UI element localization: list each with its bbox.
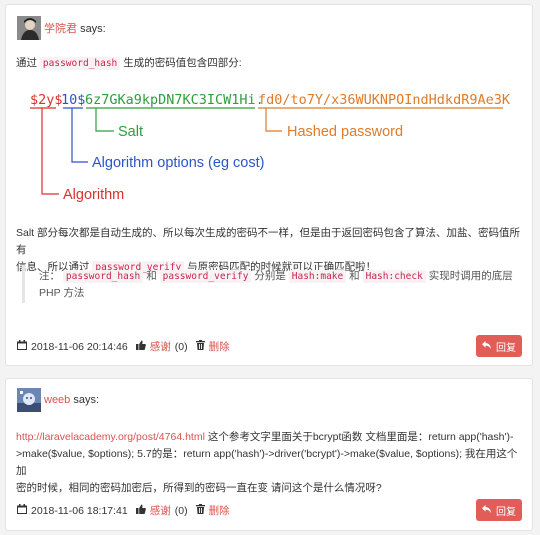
body-line-1-text: 这个参考文字里面关于bcrypt函数 文档里面是：return app('has… <box>207 431 514 443</box>
timestamp-text: 2018-11-06 20:14:46 <box>31 340 128 353</box>
label-hashed: Hashed password <box>287 124 403 140</box>
leader-hashed <box>265 108 282 132</box>
comment-card-1: 学院君 says: 通过 password_hash 生成的密码值包含四部分: … <box>5 4 533 366</box>
thanks-button[interactable]: 感谢 (0) <box>135 339 188 354</box>
calendar-icon <box>17 340 27 353</box>
note-text: 分别是 <box>254 270 286 282</box>
timestamp: 2018-11-06 18:17:41 <box>17 504 128 517</box>
calendar-icon <box>17 504 27 517</box>
body-line-1: http://laravelacademy.org/post/4764.html… <box>16 429 526 446</box>
thanks-button[interactable]: 感谢 (0) <box>135 503 188 518</box>
label-salt: Salt <box>118 124 143 140</box>
body-line-3: 密的时候，相同的密码加密后，所得到的密码一直在变 请问这个是什么情况呀? <box>16 482 382 494</box>
comment-body: http://laravelacademy.org/post/4764.html… <box>16 429 526 497</box>
reply-button[interactable]: 回复 <box>476 335 522 357</box>
hash-diagram: $2y$ 10$ 6z7GKa9kpDN7KC3ICW1Hi. fd0/to7Y… <box>30 92 511 203</box>
thumbs-up-icon <box>135 340 146 353</box>
inline-code: Hash:check <box>362 270 426 283</box>
comment-footer: 2018-11-06 18:17:41 感谢 (0) 删除 <box>17 503 238 518</box>
reply-label: 回复 <box>496 342 516 354</box>
leader-algorithm <box>41 108 59 195</box>
reply-button[interactable]: 回复 <box>476 499 522 521</box>
label-options: Algorithm options (eg cost) <box>92 155 264 171</box>
author-line: weeb says: <box>44 394 99 406</box>
body-line-2: >make($value, $options); 5.7的是：return ap… <box>16 448 518 477</box>
note-line-2: PHP 方法 <box>39 287 85 299</box>
author-name[interactable]: weeb <box>44 394 70 406</box>
hash-part-hashed: fd0/to7Y/x36WUKNPOIndHdkdR9Ae3K <box>258 92 511 108</box>
delete-button[interactable]: 删除 <box>195 503 230 518</box>
note-text: 和 <box>349 270 360 282</box>
inline-code: Hash:make <box>288 270 347 283</box>
note-text: 和 <box>146 270 157 282</box>
says-label: says: <box>73 394 100 406</box>
inline-code: password_hash <box>62 270 144 283</box>
hash-part-algorithm: $2y$ <box>30 92 63 108</box>
reply-icon <box>482 340 491 352</box>
delete-button[interactable]: 删除 <box>195 339 230 354</box>
delete-label[interactable]: 删除 <box>209 503 230 518</box>
article-link[interactable]: http://laravelacademy.org/post/4764.html <box>16 431 205 443</box>
thanks-count: (0) <box>174 340 188 353</box>
thanks-label[interactable]: 感谢 <box>150 503 171 518</box>
leader-options <box>71 108 88 163</box>
thanks-label[interactable]: 感谢 <box>150 339 171 354</box>
reply-icon <box>482 504 491 516</box>
trash-icon <box>195 504 205 517</box>
trash-icon <box>195 340 205 353</box>
comment-card-2: weeb says: http://laravelacademy.org/pos… <box>5 378 533 531</box>
timestamp: 2018-11-06 20:14:46 <box>17 340 128 353</box>
hash-part-options: 10$ <box>61 92 85 108</box>
hash-part-salt: 6z7GKa9kpDN7KC3ICW1Hi. <box>85 92 264 108</box>
label-algorithm: Algorithm <box>63 187 124 203</box>
note-blockquote: 注： password_hash 和 password_verify 分别是 H… <box>22 266 522 303</box>
reply-label: 回复 <box>496 506 516 518</box>
note-text: 实现时调用的底层 <box>428 270 513 282</box>
delete-label[interactable]: 删除 <box>209 339 230 354</box>
note-prefix: 注： <box>39 270 60 282</box>
body-line-1: Salt 部分每次都是自动生成的、所以每次生成的密码不一样，但是由于返回密码包含… <box>16 227 521 256</box>
avatar[interactable] <box>17 388 41 412</box>
thanks-count: (0) <box>174 504 188 517</box>
timestamp-text: 2018-11-06 18:17:41 <box>31 504 128 517</box>
note-line-1: 注： password_hash 和 password_verify 分别是 H… <box>39 268 522 285</box>
inline-code: password_verify <box>159 270 252 283</box>
leader-salt <box>95 108 114 132</box>
comment-footer: 2018-11-06 20:14:46 感谢 (0) 删除 <box>17 339 238 354</box>
thumbs-up-icon <box>135 504 146 517</box>
